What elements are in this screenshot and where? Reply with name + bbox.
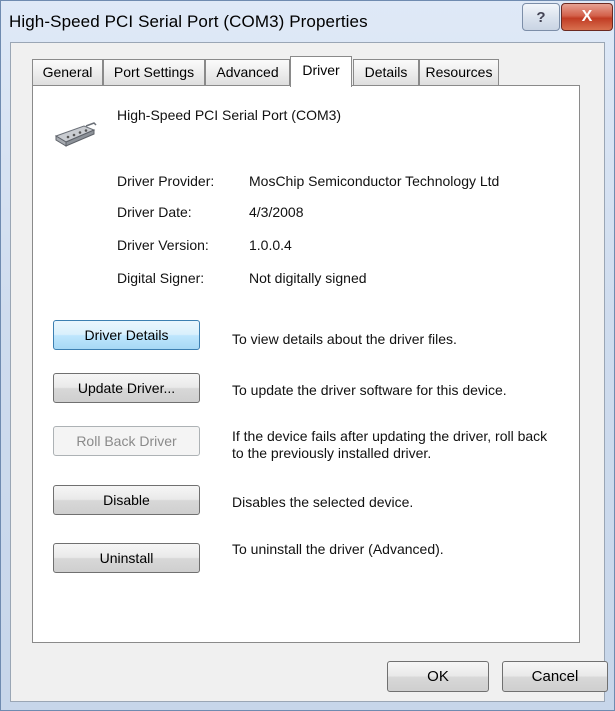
- tab-driver[interactable]: Driver: [290, 56, 352, 87]
- driver-details-description: To view details about the driver files.: [232, 331, 457, 347]
- driver-details-button[interactable]: Driver Details: [53, 320, 200, 350]
- tab-advanced[interactable]: Advanced: [205, 59, 290, 85]
- help-button[interactable]: ?: [522, 3, 560, 31]
- close-button[interactable]: X: [561, 3, 613, 31]
- tab-general[interactable]: General: [32, 59, 103, 85]
- serial-port-icon: [54, 122, 97, 147]
- update-driver-description: To update the driver software for this d…: [232, 382, 507, 398]
- driver-version-value: 1.0.0.4: [249, 237, 292, 253]
- driver-version-label: Driver Version:: [117, 237, 209, 253]
- window-title: High-Speed PCI Serial Port (COM3) Proper…: [9, 12, 368, 31]
- uninstall-description: To uninstall the driver (Advanced).: [232, 541, 444, 557]
- help-icon: ?: [536, 8, 546, 26]
- device-name: High-Speed PCI Serial Port (COM3): [117, 107, 342, 123]
- tab-details[interactable]: Details: [353, 59, 419, 85]
- driver-provider-value: MosChip Semiconductor Technology Ltd: [249, 173, 500, 189]
- disable-button[interactable]: Disable: [53, 485, 200, 515]
- close-icon: X: [581, 8, 593, 25]
- cancel-button[interactable]: Cancel: [502, 661, 608, 692]
- disable-description: Disables the selected device.: [232, 494, 414, 510]
- update-driver-button[interactable]: Update Driver...: [53, 373, 200, 403]
- ok-button[interactable]: OK: [387, 661, 489, 692]
- driver-provider-label: Driver Provider:: [117, 173, 215, 189]
- uninstall-button[interactable]: Uninstall: [53, 543, 200, 573]
- digital-signer-label: Digital Signer:: [117, 270, 205, 286]
- roll-back-driver-description: If the device fails after updating the d…: [232, 428, 548, 461]
- digital-signer-value: Not digitally signed: [249, 270, 367, 286]
- driver-date-value: 4/3/2008: [249, 204, 304, 220]
- driver-date-label: Driver Date:: [117, 204, 192, 220]
- tab-port-settings[interactable]: Port Settings: [103, 59, 205, 85]
- tab-resources[interactable]: Resources: [419, 59, 499, 85]
- title-bar[interactable]: High-Speed PCI Serial Port (COM3) Proper…: [1, 1, 614, 43]
- roll-back-driver-button[interactable]: Roll Back Driver: [53, 426, 200, 456]
